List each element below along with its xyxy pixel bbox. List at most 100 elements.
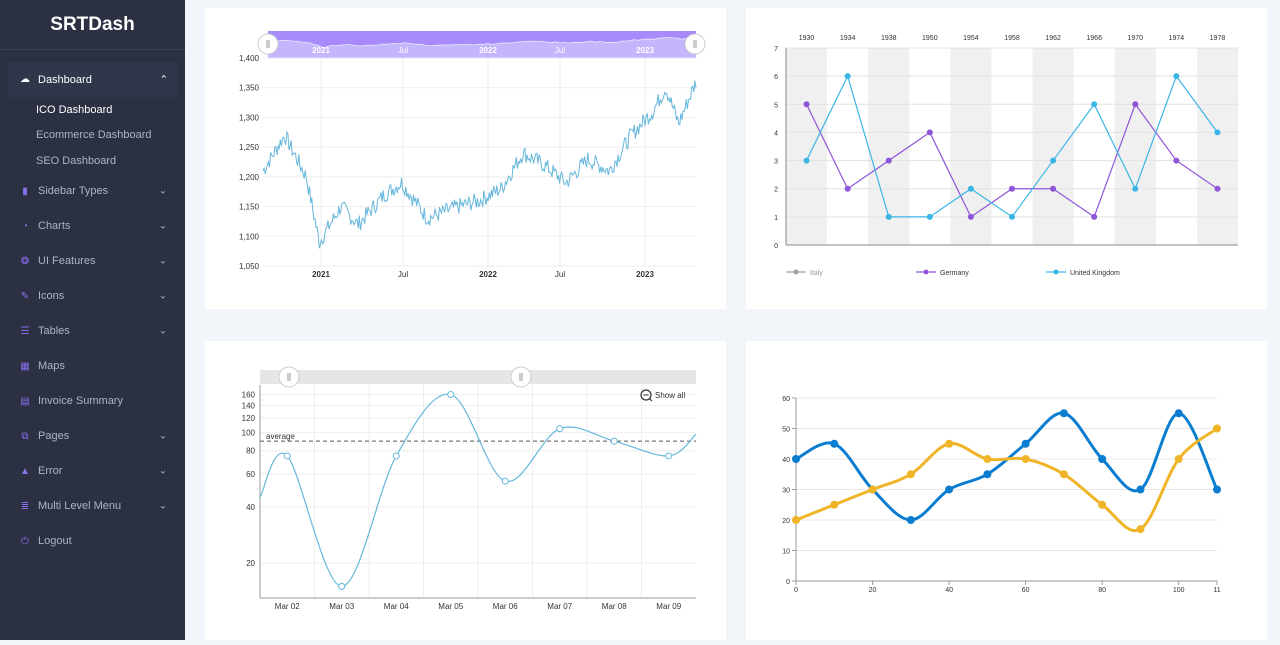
chevron-down-icon: ⌄	[158, 500, 167, 512]
data-point[interactable]	[1174, 409, 1183, 418]
y-tick-label: 7	[774, 46, 778, 53]
data-point[interactable]	[556, 425, 564, 433]
data-point[interactable]	[885, 213, 892, 220]
scroll-grip-left[interactable]	[278, 366, 300, 388]
scroll-grip-right[interactable]	[684, 33, 706, 55]
series-line	[795, 427, 1218, 533]
menu-dashboard[interactable]: ☁ Dashboard ⌃	[8, 62, 178, 97]
legend-marker[interactable]	[1053, 269, 1059, 275]
scroll-grip-left[interactable]	[257, 33, 279, 55]
scrollbar-label: Jul	[398, 46, 408, 55]
data-point[interactable]	[1174, 455, 1183, 463]
data-point[interactable]	[1098, 500, 1107, 509]
data-point[interactable]	[792, 455, 800, 463]
data-point[interactable]	[392, 452, 400, 460]
data-point[interactable]	[1009, 185, 1015, 192]
data-point[interactable]	[844, 185, 851, 192]
data-point[interactable]	[1009, 213, 1015, 220]
legend-label: Italy	[810, 270, 823, 277]
menu-invoice-summary[interactable]: ▤ Invoice Summary	[0, 384, 185, 419]
menu-ui-features[interactable]: ❂ UI Features ⌄	[0, 244, 185, 279]
menu-icons[interactable]: ✎ Icons ⌄	[0, 279, 185, 314]
data-point[interactable]	[283, 452, 291, 460]
data-point[interactable]	[1173, 73, 1180, 80]
data-point[interactable]	[885, 157, 892, 164]
y-tick-label: 10	[782, 549, 790, 556]
data-point[interactable]	[1050, 157, 1057, 164]
data-point[interactable]	[1021, 455, 1030, 463]
menu-sidebar-types[interactable]: ▮ Sidebar Types ⌄	[0, 174, 185, 209]
x-tick-label: 1950	[922, 35, 938, 42]
legend-marker[interactable]	[793, 269, 799, 275]
x-tick-label: 80	[1098, 587, 1106, 594]
y-tick-label: 60	[782, 396, 790, 403]
data-point[interactable]	[906, 470, 915, 479]
data-point[interactable]	[501, 477, 509, 485]
data-point[interactable]	[665, 452, 673, 460]
menu-charts[interactable]: ◔ Charts ⌄	[0, 209, 185, 244]
y-tick-label: 40	[782, 457, 790, 464]
price-chart-card: 1,050 1,100 1,150 1,200 1,250 1,300 1,350 1,400…	[205, 8, 726, 309]
data-point[interactable]	[1021, 439, 1030, 448]
data-point[interactable]	[1214, 185, 1221, 192]
data-point[interactable]	[1136, 485, 1145, 494]
x-tick-label: 1970	[1127, 35, 1143, 42]
data-point[interactable]	[1091, 101, 1098, 108]
daily-chart-plot: 20 40 60 80 100 120 140160 Mar 02 Mar 03 Mar 04 Ma…	[242, 366, 697, 611]
data-point[interactable]	[1136, 525, 1145, 534]
data-point[interactable]	[844, 73, 851, 80]
menu-tables[interactable]: ☰ Tables ⌄	[0, 314, 185, 349]
data-point[interactable]	[945, 439, 954, 448]
data-point[interactable]	[1059, 470, 1068, 479]
data-point[interactable]	[967, 213, 974, 220]
data-point[interactable]	[1091, 213, 1098, 220]
scrollbar-track[interactable]	[260, 370, 696, 384]
brand-logo[interactable]: SRTDash	[0, 0, 185, 50]
scroll-grip-right[interactable]	[510, 366, 532, 388]
menu-error[interactable]: ▲ Error ⌄	[0, 454, 185, 489]
data-point[interactable]	[830, 500, 839, 509]
data-point[interactable]	[1173, 157, 1180, 164]
data-point[interactable]	[1213, 485, 1221, 494]
series-line	[795, 411, 1219, 522]
data-point[interactable]	[926, 213, 933, 220]
data-point[interactable]	[1098, 455, 1107, 463]
data-point[interactable]	[906, 516, 915, 524]
data-point[interactable]	[1050, 185, 1057, 192]
data-point[interactable]	[610, 437, 618, 445]
data-point[interactable]	[983, 455, 992, 463]
table-icon: ☰	[20, 325, 30, 337]
x-tick-label: 100	[1173, 587, 1185, 594]
menu-multi-level[interactable]: ≣ Multi Level Menu ⌄	[0, 489, 185, 524]
data-point[interactable]	[447, 391, 455, 399]
daily-chart-card: 20 40 60 80 100 120 140 160 Mar 02 Mar 03 Mar 04 Ma…	[205, 341, 726, 640]
menu-logout[interactable]: ⏻ Logout	[0, 524, 185, 559]
data-point[interactable]	[868, 485, 877, 494]
data-point[interactable]	[983, 470, 992, 479]
submenu-ico-dashboard[interactable]: ICO Dashboard	[0, 97, 185, 123]
spline-chart: 0 10 20 30 40 50 60 0 20 40 60 80 100 11	[782, 396, 1221, 594]
legend-marker[interactable]	[923, 269, 929, 275]
data-point[interactable]	[803, 157, 810, 164]
data-point[interactable]	[1214, 129, 1221, 136]
data-point[interactable]	[967, 185, 974, 192]
data-point[interactable]	[830, 439, 839, 448]
submenu-ecommerce-dashboard[interactable]: Ecommerce Dashboard	[0, 123, 185, 149]
menu-sidebar-types-label: Sidebar Types	[38, 185, 109, 197]
data-point[interactable]	[792, 516, 800, 524]
data-point[interactable]	[1132, 185, 1139, 192]
data-point[interactable]	[926, 129, 933, 136]
country-chart-card: 0 1 2 3 4 5 6 7 1930 1934 1938 1950 1954 1958 1962 1966…	[746, 8, 1267, 309]
map-icon: ▦	[20, 360, 30, 372]
menu-maps[interactable]: ▦ Maps	[0, 349, 185, 384]
data-point[interactable]	[1132, 101, 1139, 108]
submenu-seo-dashboard[interactable]: SEO Dashboard	[0, 148, 185, 174]
menu-pages[interactable]: ⧉ Pages ⌄	[0, 419, 185, 454]
data-point[interactable]	[1213, 424, 1221, 433]
data-point[interactable]	[1059, 409, 1068, 418]
band-stripe	[1114, 48, 1156, 245]
data-point[interactable]	[945, 485, 954, 494]
data-point[interactable]	[803, 101, 810, 108]
data-point[interactable]	[338, 582, 346, 590]
x-tick-label: Mar 04	[384, 602, 409, 611]
